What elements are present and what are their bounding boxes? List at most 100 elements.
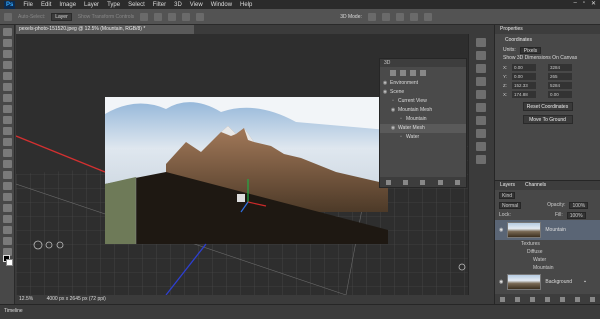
menu-help[interactable]: Help xyxy=(240,2,252,8)
coordinate-field[interactable]: 0.00 xyxy=(512,73,536,80)
scene-item-mountain-mesh[interactable]: ◉ Mountain Mesh xyxy=(380,106,466,115)
menu-view[interactable]: View xyxy=(190,2,203,8)
align-left-icon[interactable] xyxy=(182,12,191,21)
shape-tool-icon[interactable] xyxy=(2,215,12,223)
fill-field[interactable]: 100% xyxy=(566,211,586,219)
tab-channels[interactable]: Channels xyxy=(525,181,546,190)
path-select-tool-icon[interactable] xyxy=(2,204,12,212)
scene-item-water-mesh[interactable]: ◉ Water Mesh xyxy=(380,124,466,133)
close-icon[interactable]: ✕ xyxy=(591,0,596,7)
scene-item-current-view[interactable]: ▫ Current View xyxy=(380,97,466,106)
units-dropdown[interactable]: Pixels xyxy=(519,46,542,54)
eraser-tool-icon[interactable] xyxy=(2,138,12,146)
eye-icon[interactable]: ◉ xyxy=(388,124,398,133)
new-layer-icon[interactable] xyxy=(575,296,580,302)
menu-select[interactable]: Select xyxy=(128,2,145,8)
menu-edit[interactable]: Edit xyxy=(41,2,51,8)
roll-3d-icon[interactable] xyxy=(381,12,390,21)
layer-sub-diffuse[interactable]: Diffuse xyxy=(495,248,600,256)
eye-icon[interactable]: ◉ xyxy=(499,227,503,233)
brush-tool-icon[interactable] xyxy=(2,105,12,113)
quick-select-tool-icon[interactable] xyxy=(2,61,12,69)
move-tool-icon[interactable] xyxy=(4,12,12,21)
menu-type[interactable]: Type xyxy=(107,2,120,8)
info-panel-icon[interactable] xyxy=(476,155,486,164)
drag-3d-icon[interactable] xyxy=(395,12,404,21)
delete-icon[interactable] xyxy=(454,179,460,185)
duplicate-icon[interactable] xyxy=(437,179,443,185)
new-object-icon[interactable] xyxy=(420,179,426,185)
scene-item-water[interactable]: ▫ Water xyxy=(380,133,466,142)
group-icon[interactable] xyxy=(560,296,565,302)
mask-icon[interactable] xyxy=(530,296,535,302)
auto-select-checkbox[interactable]: Auto-Select: xyxy=(18,14,45,20)
layer-sub-mountain[interactable]: Mountain xyxy=(495,264,600,272)
paragraph-panel-icon[interactable] xyxy=(476,103,486,112)
adjustments-panel-icon[interactable] xyxy=(476,90,486,99)
fx-icon[interactable] xyxy=(515,296,520,302)
layer-row-mountain[interactable]: ◉ Mountain xyxy=(495,220,600,240)
coordinate-field[interactable]: 5284 xyxy=(548,82,572,89)
eye-icon[interactable]: ◉ xyxy=(388,106,398,115)
minimize-icon[interactable]: – xyxy=(573,0,576,7)
3d-panel-icon[interactable] xyxy=(476,51,486,60)
reset-coordinates-button[interactable]: Reset Coordinates xyxy=(522,102,573,111)
coordinate-field[interactable]: 0.00 xyxy=(548,91,572,98)
coordinate-field[interactable]: 0.00 xyxy=(512,64,536,71)
healing-tool-icon[interactable] xyxy=(2,94,12,102)
coordinate-field[interactable]: 152.33 xyxy=(512,82,536,89)
timeline-tab[interactable]: Timeline xyxy=(4,308,23,314)
layer-row-background[interactable]: ◉ Background ▪ xyxy=(495,272,600,292)
opacity-field[interactable]: 100% xyxy=(569,201,589,209)
stamp-tool-icon[interactable] xyxy=(2,116,12,124)
lasso-tool-icon[interactable] xyxy=(2,50,12,58)
scene-item-scene[interactable]: ◉ Scene xyxy=(380,88,466,97)
align-center-icon[interactable] xyxy=(196,12,205,21)
document-tab[interactable]: pexels-photo-151520.jpeg @ 12.5% (Mounta… xyxy=(16,25,194,34)
zoom-level[interactable]: 12.5% xyxy=(19,296,33,302)
gradient-tool-icon[interactable] xyxy=(2,149,12,157)
scene-item-environment[interactable]: ◉ Environment xyxy=(380,79,466,88)
swatches-panel-icon[interactable] xyxy=(476,77,486,86)
actions-panel-icon[interactable] xyxy=(476,142,486,151)
menu-window[interactable]: Window xyxy=(211,2,232,8)
auto-select-dropdown[interactable]: Layer xyxy=(51,12,72,21)
coordinate-field[interactable]: 265 xyxy=(548,73,572,80)
menu-image[interactable]: Image xyxy=(59,2,76,8)
blend-mode-dropdown[interactable]: Normal xyxy=(499,201,522,209)
background-color-swatch[interactable] xyxy=(6,259,13,266)
materials-icon[interactable] xyxy=(410,70,416,76)
coordinate-field[interactable]: 174.88 xyxy=(512,91,536,98)
character-panel-icon[interactable] xyxy=(476,116,486,125)
history-brush-tool-icon[interactable] xyxy=(2,127,12,135)
kind-filter-dropdown[interactable]: Kind xyxy=(499,191,516,199)
meshes-icon[interactable] xyxy=(400,70,406,76)
align-middle-icon[interactable] xyxy=(154,12,163,21)
menu-filter[interactable]: Filter xyxy=(153,2,166,8)
trash-icon[interactable] xyxy=(590,296,595,302)
menu-file[interactable]: File xyxy=(23,2,33,8)
eye-icon[interactable]: ◉ xyxy=(380,79,390,88)
history-panel-icon[interactable] xyxy=(476,38,486,47)
add-light-icon[interactable] xyxy=(403,179,409,185)
layer-sub-textures[interactable]: Textures xyxy=(495,240,600,248)
menu-3d[interactable]: 3D xyxy=(174,2,182,8)
properties-tab[interactable]: Properties xyxy=(495,25,600,34)
lights-icon[interactable] xyxy=(420,70,426,76)
blur-tool-icon[interactable] xyxy=(2,160,12,168)
type-tool-icon[interactable] xyxy=(2,193,12,201)
coordinate-field[interactable]: 3284 xyxy=(548,64,572,71)
brush-panel-icon[interactable] xyxy=(476,129,486,138)
dodge-tool-icon[interactable] xyxy=(2,171,12,179)
scene-item-mountain[interactable]: ▫ Mountain xyxy=(380,115,466,124)
hand-tool-icon[interactable] xyxy=(2,226,12,234)
align-top-icon[interactable] xyxy=(140,12,149,21)
align-bottom-icon[interactable] xyxy=(168,12,177,21)
scale-3d-icon[interactable] xyxy=(423,12,432,21)
layer-sub-water[interactable]: Water xyxy=(495,256,600,264)
whole-scene-icon[interactable] xyxy=(390,70,396,76)
color-panel-icon[interactable] xyxy=(476,64,486,73)
crop-tool-icon[interactable] xyxy=(2,72,12,80)
slide-3d-icon[interactable] xyxy=(409,12,418,21)
link-icon[interactable] xyxy=(500,296,505,302)
